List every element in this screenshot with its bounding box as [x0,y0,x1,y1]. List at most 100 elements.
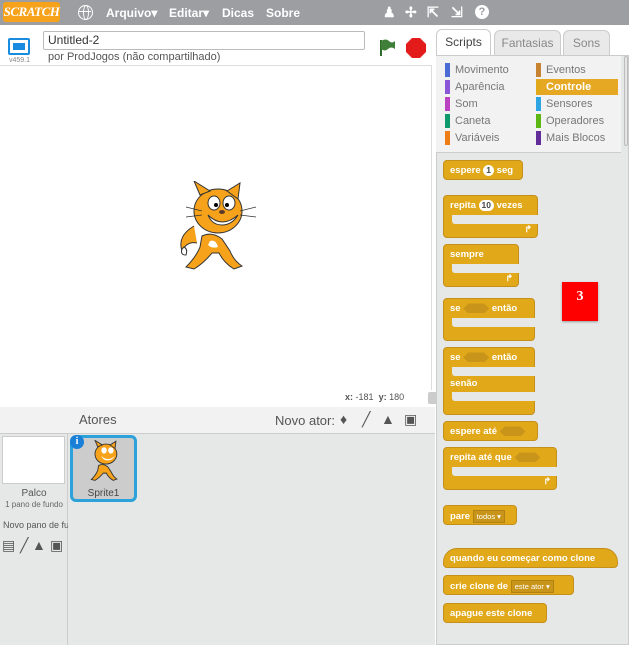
upload-sprite-icon[interactable]: ▲ [381,411,395,427]
block-slot [452,318,535,327]
category-label: Aparência [455,81,505,93]
block-forever[interactable]: sempre ↱ [443,244,519,287]
events-swatch [536,63,541,77]
backdrop-library-icon[interactable]: ▤ [2,537,15,553]
block-wait-until[interactable]: espere até [443,421,538,441]
block-text: espere até [450,426,498,437]
category-sound[interactable]: Som [445,96,530,112]
tab-scripts[interactable]: Scripts [436,29,491,56]
tab-sounds[interactable]: Sons [563,30,610,56]
sprite-thumbnail-cat [90,440,118,481]
shrink-icon[interactable]: ⇲ [451,4,463,20]
block-slot [452,264,519,273]
fullscreen-icon[interactable] [8,38,30,55]
upload-backdrop-icon[interactable]: ▲ [32,537,46,553]
tab-costumes[interactable]: Fantasias [494,30,561,56]
sprite-name: Sprite1 [87,488,120,499]
sprites-title: Atores [79,412,117,427]
dropdown-value: este ator [514,582,544,591]
paint-sprite-icon[interactable]: ╱ [362,411,370,427]
block-text: apague este clone [450,608,533,619]
sprites-header [68,407,435,434]
stage-column-header [0,407,68,434]
scratch-logo[interactable]: SCRATCH [3,2,60,22]
category-label: Mais Blocos [546,132,606,144]
wait-seconds-input[interactable]: 1 [483,165,495,176]
dropdown-value: todos [476,512,496,521]
stage-label: Palco [21,488,47,499]
block-repeat[interactable]: repita 10 vezes ↱ [443,195,538,238]
block-when-clone-starts[interactable]: quando eu começar como clone [443,548,618,568]
category-events[interactable]: Eventos [536,62,618,78]
sound-swatch [445,97,450,111]
block-text: se [450,352,461,363]
block-text: crie clone de [450,581,509,592]
annotation-badge: 3 [562,282,598,321]
category-label: Eventos [546,64,586,76]
block-text: quando eu começar como clone [450,553,596,564]
cat-sprite[interactable] [172,181,260,276]
help-icon[interactable]: ? [475,5,489,19]
category-control[interactable]: Controle [536,79,618,95]
block-text: seg [496,165,514,176]
green-flag-icon[interactable] [378,38,396,56]
stage-thumbnail[interactable] [2,436,65,484]
grow-icon[interactable]: ⇱ [427,4,439,20]
sensing-swatch [536,97,541,111]
stop-icon[interactable] [406,38,426,58]
stop-option-dropdown[interactable]: todos ▾ [472,510,505,523]
x-value: -181 [355,392,374,402]
block-text: espere [450,165,481,176]
menu-bar: SCRATCH Arquivo▾ Editar▾ Dicas Sobre ♟ ✢… [0,0,629,25]
condition-slot[interactable] [499,426,526,437]
pen-swatch [445,114,450,128]
block-create-clone[interactable]: crie clone de este ator ▾ [443,575,574,595]
clone-target-dropdown[interactable]: este ator ▾ [510,580,554,593]
block-text: então [491,352,518,363]
category-label: Controle [546,81,592,93]
info-icon[interactable]: i [70,435,84,449]
new-sprite-label: Novo ator: [275,413,335,428]
paint-backdrop-icon[interactable]: ╱ [20,537,28,553]
menu-sobre[interactable]: Sobre [266,6,300,20]
category-variables[interactable]: Variáveis [445,130,530,146]
block-wait[interactable]: espere 1 seg [443,160,523,180]
condition-slot[interactable] [514,452,541,463]
category-label: Som [455,98,478,110]
mouse-coordinates: x: -181 y: 180 [345,392,404,402]
loop-arrow-icon: ↱ [505,273,513,283]
repeat-count-input[interactable]: 10 [478,200,494,211]
camera-sprite-icon[interactable]: ▣ [404,411,417,427]
block-repeat-until[interactable]: repita até que ↱ [443,447,557,490]
category-more-blocks[interactable]: Mais Blocos [536,130,618,146]
duplicate-icon[interactable]: ♟ [383,4,396,20]
control-swatch [536,80,541,94]
language-globe-icon[interactable] [78,5,93,20]
condition-slot[interactable] [463,303,490,314]
block-stop[interactable]: pare todos ▾ [443,505,517,525]
menu-arquivo[interactable]: Arquivo▾ [106,6,157,20]
cut-icon[interactable]: ✢ [405,4,417,20]
category-operators[interactable]: Operadores [536,113,618,129]
motion-swatch [445,63,450,77]
camera-backdrop-icon[interactable]: ▣ [50,537,63,553]
block-if[interactable]: se então [443,298,535,341]
sprite-tile[interactable]: i Sprite1 [70,435,137,502]
block-if-else[interactable]: se então senão [443,347,535,415]
block-slot [452,467,557,476]
category-motion[interactable]: Movimento [445,62,530,78]
menu-editar[interactable]: Editar▾ [169,6,209,20]
stage-canvas[interactable] [0,65,432,390]
loop-arrow-icon: ↱ [543,476,551,486]
project-byline: por ProdJogos (não compartilhado) [48,51,221,63]
category-looks[interactable]: Aparência [445,79,530,95]
category-pen[interactable]: Caneta [445,113,530,129]
menu-dicas[interactable]: Dicas [222,6,254,20]
category-label: Movimento [455,64,509,76]
block-delete-clone[interactable]: apague este clone [443,603,547,623]
palette-scrollbar[interactable] [624,56,628,146]
condition-slot[interactable] [463,352,490,363]
category-sensing[interactable]: Sensores [536,96,618,112]
project-title-input[interactable]: Untitled-2 [43,31,365,50]
sprite-library-icon[interactable]: ♦ [340,411,347,427]
